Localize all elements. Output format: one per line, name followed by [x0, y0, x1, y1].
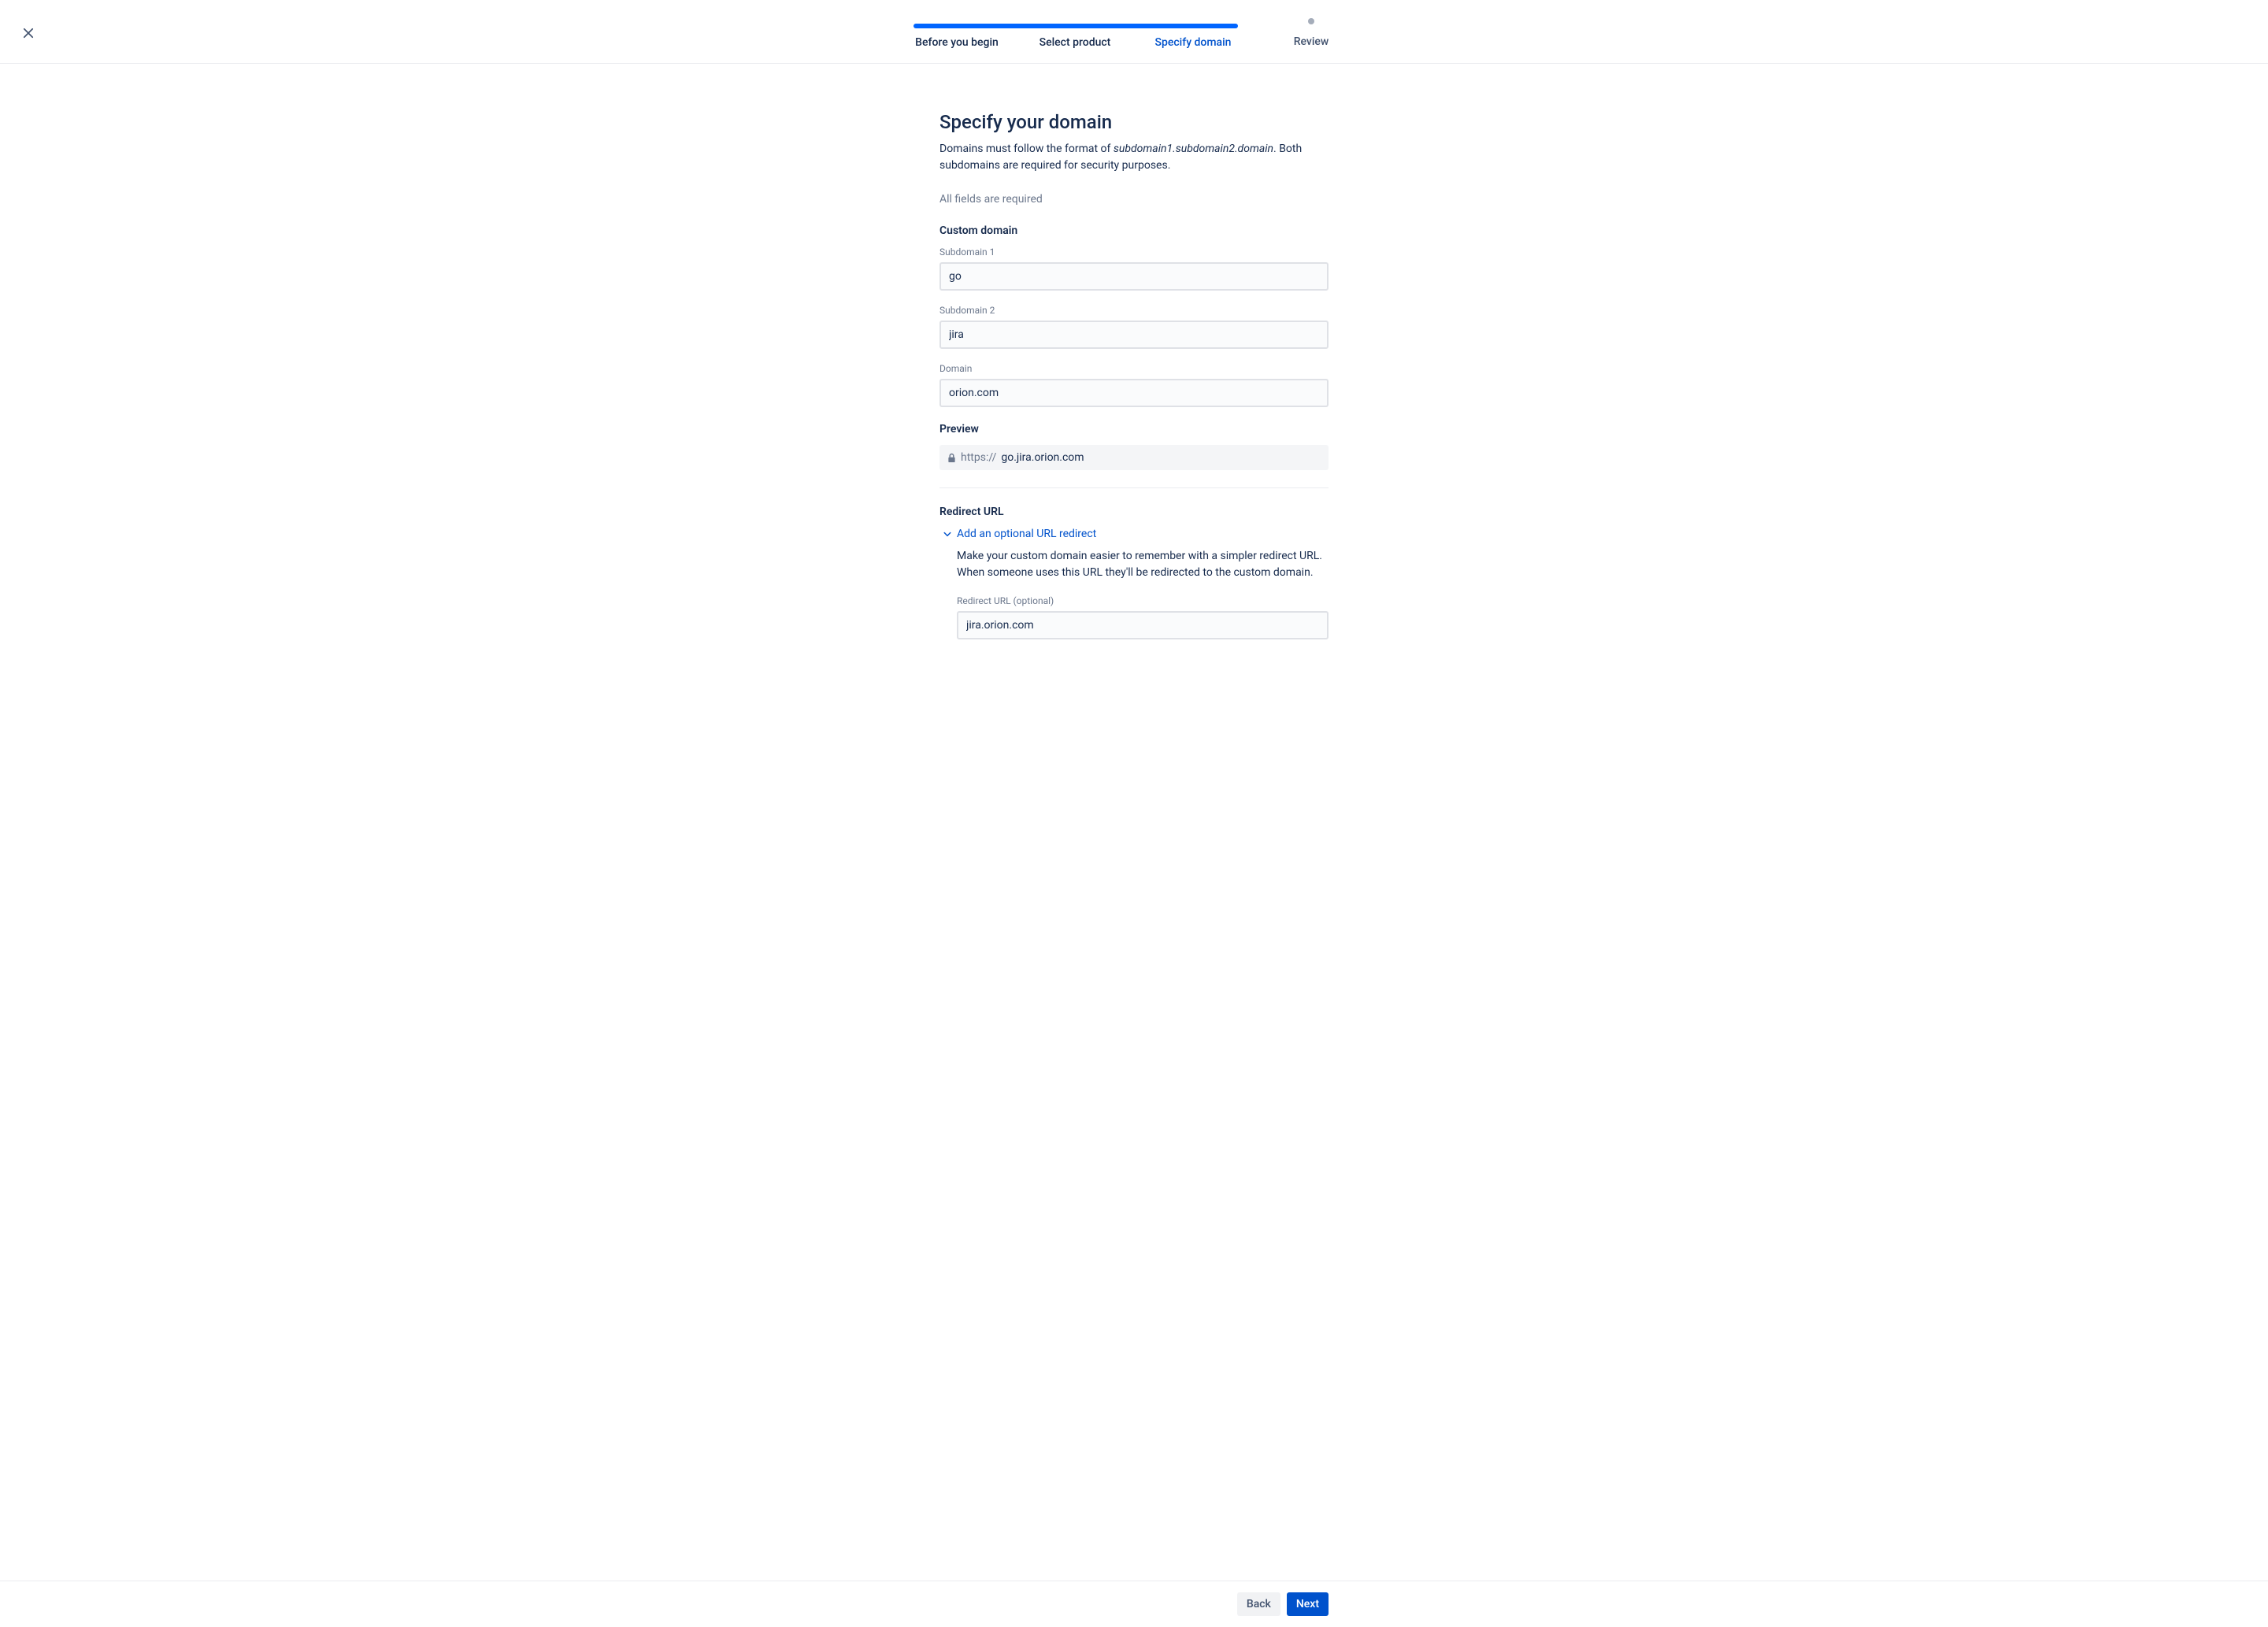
redirect-description: Make your custom domain easier to rememb…	[957, 548, 1329, 581]
step-specify-domain[interactable]: Specify domain	[1134, 19, 1252, 49]
preview-section: Preview https:// go.jira.orion.com	[939, 423, 1329, 488]
subdomain2-label: Subdomain 2	[939, 305, 1329, 316]
redirect-url-label: Redirect URL (optional)	[957, 595, 1329, 606]
step-review[interactable]: Review	[1252, 19, 1370, 49]
custom-domain-section-label: Custom domain	[939, 224, 1329, 237]
field-domain: Domain	[939, 363, 1329, 407]
lock-icon	[947, 453, 956, 463]
subdomain2-input[interactable]	[939, 321, 1329, 349]
close-icon	[21, 26, 35, 40]
back-button[interactable]: Back	[1237, 1592, 1280, 1616]
preview-prefix: https://	[961, 451, 996, 464]
preview-section-label: Preview	[939, 423, 1329, 435]
redirect-body: Make your custom domain easier to rememb…	[957, 548, 1329, 639]
redirect-section-label: Redirect URL	[939, 506, 1329, 518]
close-button[interactable]	[19, 24, 38, 43]
domain-input[interactable]	[939, 379, 1329, 407]
step-label: Review	[1294, 35, 1329, 48]
required-note: All fields are required	[939, 193, 1329, 206]
redirect-section: Redirect URL Add an optional URL redirec…	[939, 506, 1329, 639]
field-subdomain2: Subdomain 2	[939, 305, 1329, 349]
step-label: Select product	[1040, 36, 1111, 49]
page-description: Domains must follow the format of subdom…	[939, 141, 1329, 174]
header: Before you begin Select product Specify …	[0, 0, 2268, 64]
redirect-expand-toggle[interactable]: Add an optional URL redirect	[943, 528, 1329, 540]
step-before-you-begin[interactable]: Before you begin	[898, 19, 1016, 49]
step-select-product[interactable]: Select product	[1016, 19, 1134, 49]
footer-inner: Back Next	[939, 1592, 1329, 1616]
description-prefix: Domains must follow the format of	[939, 143, 1114, 155]
step-label: Before you begin	[915, 36, 999, 49]
redirect-expand-label: Add an optional URL redirect	[957, 528, 1096, 540]
description-format: subdomain1.subdomain2.domain	[1114, 143, 1273, 155]
chevron-down-icon	[943, 529, 952, 539]
footer: Back Next	[0, 1581, 2268, 1627]
page-title: Specify your domain	[939, 111, 1329, 133]
step-dot-icon	[1308, 18, 1314, 24]
domain-label: Domain	[939, 363, 1329, 374]
subdomain1-label: Subdomain 1	[939, 246, 1329, 258]
preview-box: https:// go.jira.orion.com	[939, 445, 1329, 470]
preview-domain: go.jira.orion.com	[1001, 451, 1084, 464]
field-redirect-url: Redirect URL (optional)	[957, 595, 1329, 639]
next-button[interactable]: Next	[1287, 1592, 1329, 1616]
subdomain1-input[interactable]	[939, 262, 1329, 291]
main-content: Specify your domain Domains must follow …	[939, 111, 1329, 732]
step-label: Specify domain	[1155, 36, 1232, 49]
stepper: Before you begin Select product Specify …	[882, 19, 1386, 49]
field-subdomain1: Subdomain 1	[939, 246, 1329, 291]
redirect-url-input[interactable]	[957, 611, 1329, 639]
